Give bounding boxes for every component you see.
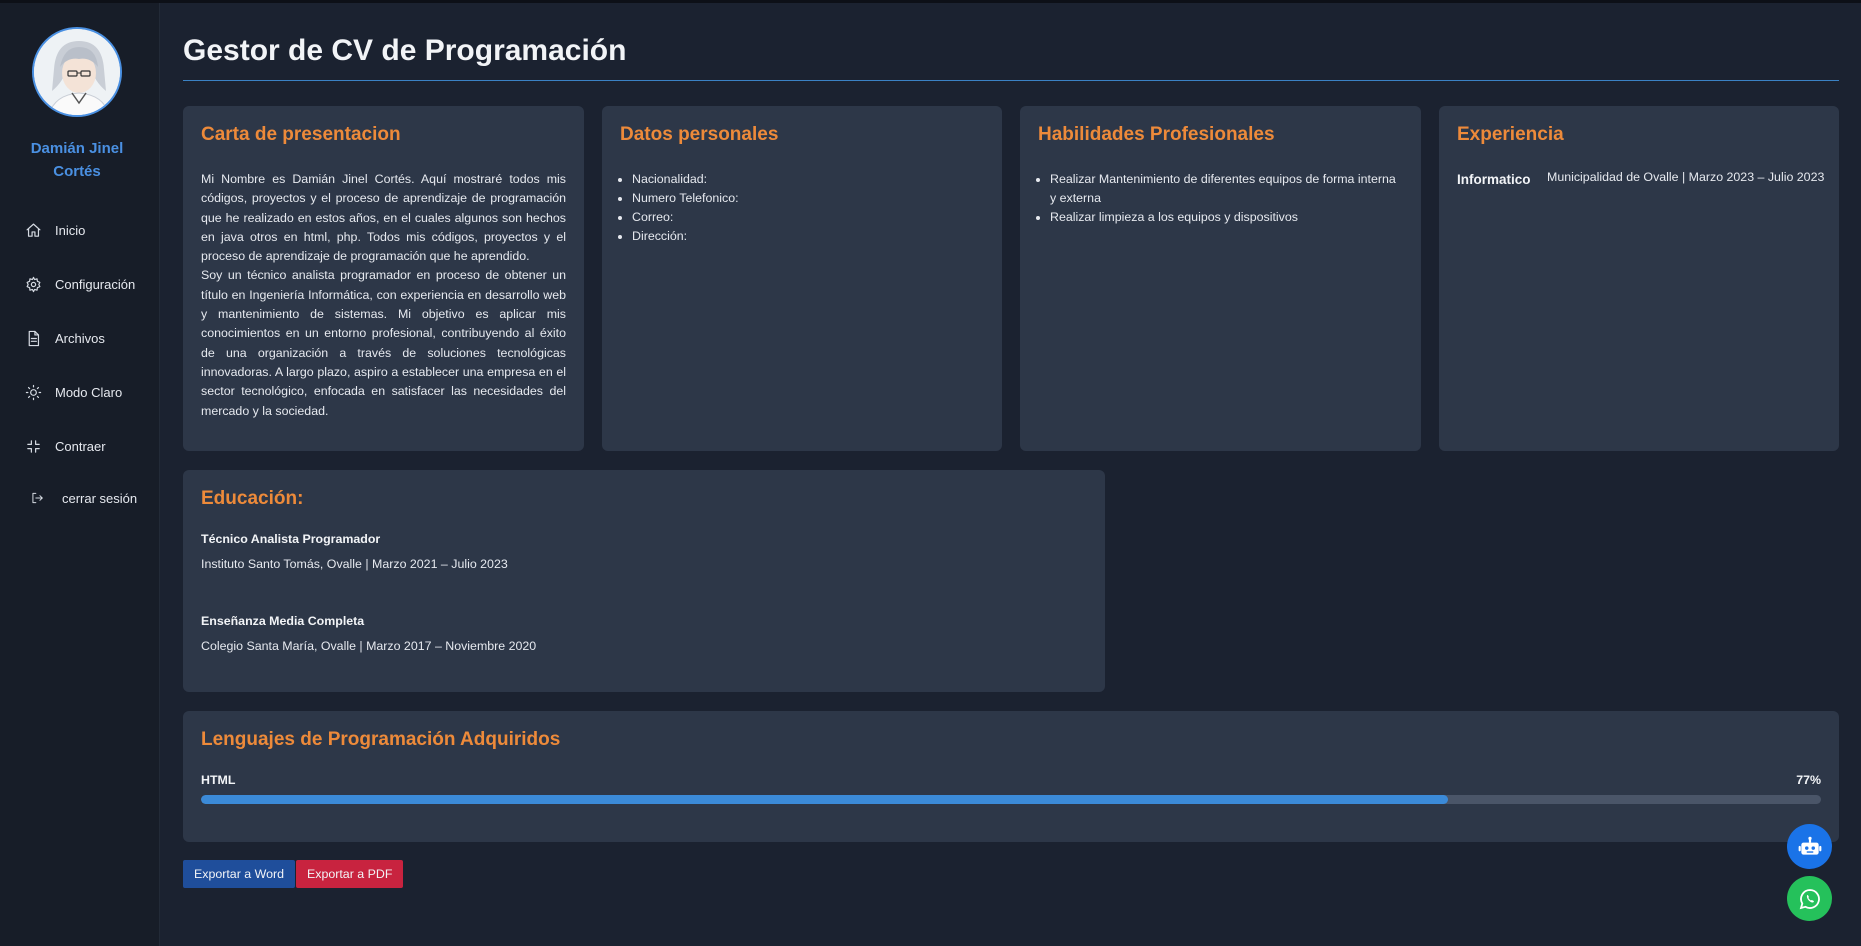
card-title: Datos personales — [620, 124, 779, 145]
card-lenguajes: Lenguajes de Programación Adquiridos HTM… — [183, 711, 1839, 842]
sun-icon — [24, 383, 42, 401]
card-experiencia: Experiencia Informatico Municipalidad de… — [1439, 106, 1839, 451]
sidebar: Damián Jinel Cortés Inicio Configuración… — [0, 3, 160, 946]
export-word-button[interactable]: Exportar a Word — [183, 860, 295, 888]
sidebar-item-label: Inicio — [55, 222, 86, 238]
sidebar-item-label: Modo Claro — [55, 384, 123, 400]
card-title: Carta de presentacion — [201, 124, 401, 145]
language-progress-fill — [201, 795, 1449, 804]
whatsapp-icon — [1799, 888, 1820, 909]
list-item: Realizar limpieza a los equipos y dispos… — [1050, 208, 1403, 227]
home-icon — [24, 221, 42, 239]
sidebar-item-label: Archivos — [55, 330, 105, 346]
file-icon — [24, 329, 42, 347]
education-detail: Colegio Santa María, Ovalle | Marzo 2017… — [201, 639, 537, 653]
window-top-border — [0, 0, 1861, 3]
card-educacion: Educación: Técnico Analista Programador … — [183, 470, 1105, 692]
language-progress-track — [201, 795, 1821, 804]
title-divider — [183, 80, 1839, 81]
education-title: Enseñanza Media Completa — [201, 614, 365, 628]
logout-icon — [28, 489, 46, 507]
experience-detail: Municipalidad de Ovalle | Marzo 2023 – J… — [1547, 170, 1825, 184]
card-title: Habilidades Profesionales — [1038, 124, 1275, 145]
page-title: Gestor de CV de Programación — [183, 34, 627, 67]
language-name: HTML — [201, 773, 236, 787]
education-detail: Instituto Santo Tomás, Ovalle | Marzo 20… — [201, 557, 508, 571]
collapse-icon — [24, 437, 42, 455]
export-pdf-button[interactable]: Exportar a PDF — [296, 860, 404, 888]
cover-letter-paragraph-1: Mi Nombre es Damián Jinel Cortés. Aquí m… — [201, 172, 566, 264]
chatbot-button[interactable] — [1787, 824, 1832, 869]
robot-icon — [1798, 836, 1821, 855]
list-item: Realizar Mantenimiento de diferentes equ… — [1050, 170, 1403, 208]
card-habilidades: Habilidades Profesionales Realizar Mante… — [1020, 106, 1421, 451]
sidebar-item-archivos[interactable]: Archivos — [24, 324, 105, 352]
sidebar-item-label: Configuración — [55, 276, 136, 292]
card-title: Experiencia — [1457, 124, 1564, 145]
sidebar-item-label: cerrar sesión — [62, 490, 138, 506]
education-title: Técnico Analista Programador — [201, 532, 381, 546]
experience-role: Informatico — [1457, 172, 1531, 187]
sidebar-item-configuracion[interactable]: Configuración — [24, 270, 135, 298]
card-carta-presentacion: Carta de presentacion Mi Nombre es Damiá… — [183, 106, 584, 451]
sidebar-item-inicio[interactable]: Inicio — [24, 216, 85, 244]
sidebar-item-modo-claro[interactable]: Modo Claro — [24, 378, 122, 406]
list-item: Dirección: — [632, 227, 984, 246]
sidebar-item-contraer[interactable]: Contraer — [24, 432, 106, 460]
sidebar-item-label: Contraer — [55, 438, 106, 454]
language-percent: 77% — [1796, 773, 1821, 787]
card-datos-personales: Datos personales Nacionalidad: Numero Te… — [602, 106, 1002, 451]
list-item: Numero Telefonico: — [632, 189, 984, 208]
list-item: Nacionalidad: — [632, 170, 984, 189]
cover-letter-paragraph-2: Soy un técnico analista programador en p… — [201, 268, 566, 418]
skills-list: Realizar Mantenimiento de diferentes equ… — [1038, 170, 1403, 227]
sidebar-item-cerrar-sesion[interactable]: cerrar sesión — [28, 484, 137, 512]
user-name: Damián Jinel Cortés — [0, 137, 154, 183]
cover-letter-text: Mi Nombre es Damián Jinel Cortés. Aquí m… — [201, 170, 566, 421]
whatsapp-button[interactable] — [1787, 876, 1832, 921]
user-name-first: Damián Jinel — [30, 140, 124, 157]
card-title: Lenguajes de Programación Adquiridos — [201, 729, 561, 750]
card-title: Educación: — [201, 488, 304, 509]
gear-icon — [24, 275, 42, 293]
avatar[interactable] — [32, 27, 122, 117]
user-name-last: Cortés — [53, 163, 101, 180]
personal-data-list: Nacionalidad: Numero Telefonico: Correo:… — [620, 170, 984, 246]
list-item: Correo: — [632, 208, 984, 227]
